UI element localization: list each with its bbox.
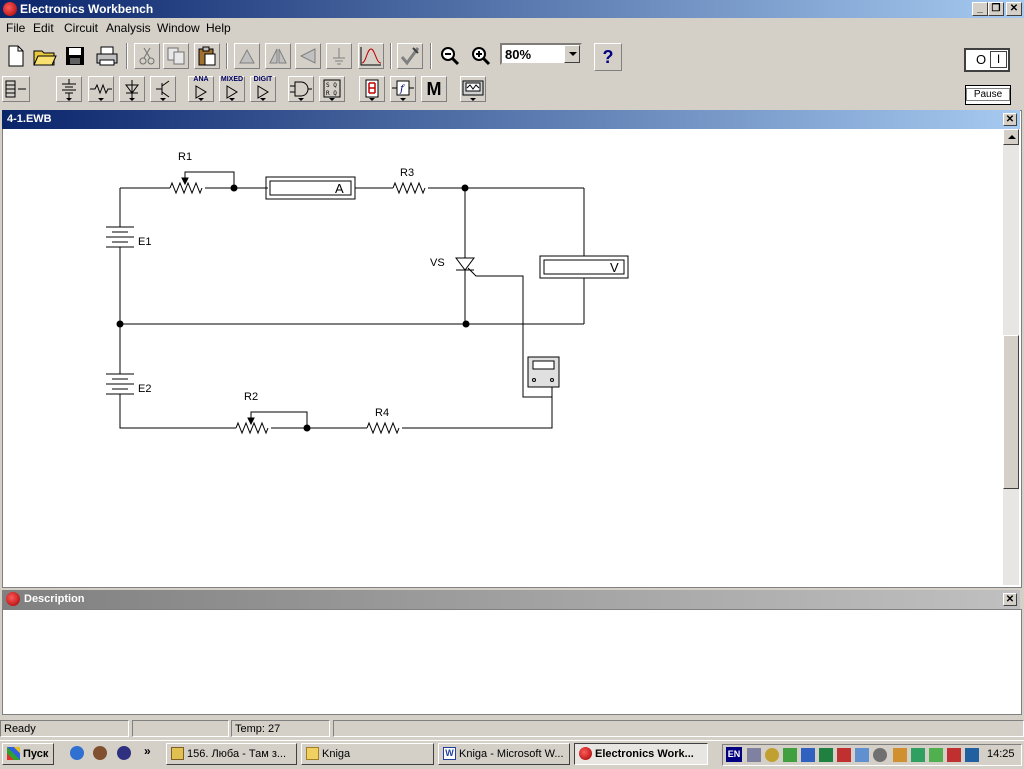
word-document-icon: W xyxy=(443,747,456,760)
description-close-button[interactable]: ✕ xyxy=(1003,593,1017,606)
wire xyxy=(119,324,553,429)
quick-launch-more[interactable]: » xyxy=(144,744,151,758)
label-e1: E1 xyxy=(138,236,151,248)
battery-e1[interactable] xyxy=(106,226,134,248)
voltmeter-unit: V xyxy=(610,260,619,275)
task-button[interactable]: Kniga xyxy=(301,743,434,765)
label-r2: R2 xyxy=(244,391,258,403)
wire xyxy=(250,411,308,428)
ammeter-unit: A xyxy=(335,181,344,196)
status-panel-empty xyxy=(333,720,1024,737)
wire xyxy=(119,187,585,325)
label-r3: R3 xyxy=(400,167,414,179)
folder-icon xyxy=(306,747,319,760)
label-r1: R1 xyxy=(178,151,192,163)
description-title: Description xyxy=(24,593,85,605)
task-label: 156. Люба - Там з... xyxy=(187,748,287,760)
label-e2: E2 xyxy=(138,383,151,395)
close-button[interactable]: ✕ xyxy=(1006,2,1022,16)
system-tray: EN 14:25 xyxy=(722,744,1022,766)
junction-node xyxy=(303,424,311,432)
circuit-schematic: R1 R3 E1 VS E2 R2 R4 A V xyxy=(106,151,629,435)
task-label: Electronics Work... xyxy=(595,748,694,760)
tray-icon[interactable] xyxy=(801,748,815,762)
multimeter-display xyxy=(532,360,555,370)
junction-node xyxy=(461,184,469,192)
internet-explorer-icon[interactable] xyxy=(70,746,84,760)
app-icon xyxy=(579,747,592,760)
printer-tray-icon[interactable] xyxy=(747,748,761,762)
task-button[interactable]: 156. Люба - Там з... xyxy=(166,743,297,765)
circuit-vertical-scrollbar[interactable] xyxy=(1003,129,1019,585)
scroll-up-button[interactable] xyxy=(1003,129,1019,145)
label-vs: VS xyxy=(430,257,445,269)
status-temperature: Temp: 27 xyxy=(231,720,330,737)
windows-logo-icon xyxy=(7,747,20,760)
description-text-area[interactable] xyxy=(2,609,1022,715)
tray-icon[interactable] xyxy=(873,748,887,762)
task-button-active[interactable]: Electronics Work... xyxy=(574,743,708,765)
language-indicator[interactable]: EN xyxy=(726,747,742,762)
junction-node xyxy=(230,184,238,192)
potentiometer-r1[interactable] xyxy=(169,181,203,195)
status-ready: Ready xyxy=(0,720,129,737)
description-title-bar: Description ✕ xyxy=(2,590,1020,609)
potentiometer-r2[interactable] xyxy=(235,421,269,435)
wiper-arrow-icon xyxy=(247,417,255,426)
task-label: Kniga - Microsoft W... xyxy=(459,748,564,760)
label-r4: R4 xyxy=(375,407,389,419)
tray-icon[interactable] xyxy=(965,748,979,762)
volume-tray-icon[interactable] xyxy=(893,748,907,762)
start-button[interactable]: Пуск xyxy=(2,743,54,765)
scroll-thumb[interactable] xyxy=(1003,335,1019,489)
wiper-arrow-icon xyxy=(181,177,189,186)
start-label: Пуск xyxy=(23,748,49,760)
pencil-app-icon xyxy=(171,747,184,760)
tray-icon[interactable] xyxy=(911,748,925,762)
junction-node xyxy=(116,320,124,328)
wire xyxy=(184,171,235,188)
junction-node xyxy=(462,320,470,328)
app-icon xyxy=(6,592,20,606)
resistor-r4[interactable] xyxy=(366,421,400,435)
network-tray-icon[interactable] xyxy=(765,748,779,762)
tray-icon[interactable] xyxy=(929,748,943,762)
tray-icon[interactable] xyxy=(947,748,961,762)
media-icon[interactable] xyxy=(93,746,107,760)
tray-icon[interactable] xyxy=(855,748,869,762)
antivirus-tray-icon[interactable] xyxy=(837,748,851,762)
battery-e2[interactable] xyxy=(106,373,134,398)
clock: 14:25 xyxy=(987,748,1015,760)
circuit-window-close-button[interactable]: ✕ xyxy=(1003,113,1017,126)
resistor-r3[interactable] xyxy=(392,181,426,195)
taskbar: Пуск » 156. Люба - Там з... Kniga W Knig… xyxy=(0,740,1024,769)
status-panel-empty xyxy=(132,720,229,737)
tray-icon[interactable] xyxy=(819,748,833,762)
task-label: Kniga xyxy=(322,748,351,760)
task-button[interactable]: W Kniga - Microsoft W... xyxy=(438,743,570,765)
player-icon[interactable] xyxy=(117,746,131,760)
tray-icon[interactable] xyxy=(783,748,797,762)
